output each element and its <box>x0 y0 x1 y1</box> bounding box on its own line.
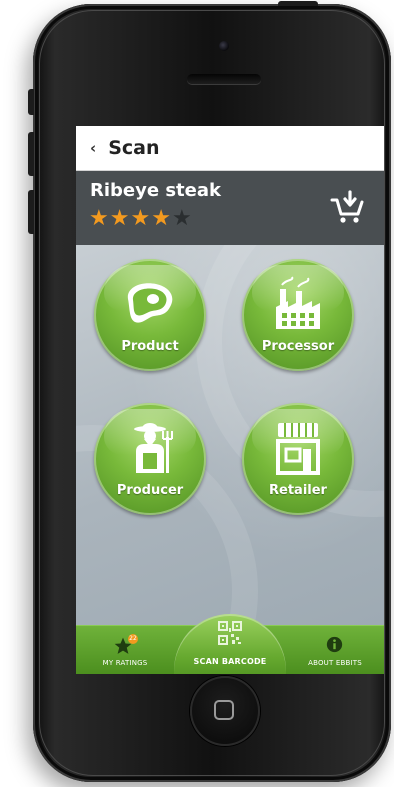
steak-icon <box>127 283 173 323</box>
power-button <box>278 1 318 6</box>
bottom-tab-bar: 22 MY RATINGS SCAN BARCODE ABOUT EBBITS <box>76 614 384 674</box>
navigation-bar: ‹ Scan <box>76 126 384 171</box>
ratings-count-badge: 22 <box>128 634 138 644</box>
processor-button[interactable]: Processor <box>242 259 354 371</box>
home-button[interactable] <box>190 676 260 746</box>
producer-button[interactable]: Producer <box>94 403 206 515</box>
category-grid: Product Processor Producer Retailer <box>76 245 384 625</box>
tab-about-label: ABOUT EBBITS <box>308 659 362 667</box>
retailer-label: Retailer <box>269 483 327 498</box>
info-icon <box>326 636 343 653</box>
tab-scan-barcode[interactable]: SCAN BARCODE <box>174 621 286 674</box>
tab-scan-barcode-label: SCAN BARCODE <box>193 657 267 666</box>
earpiece-speaker <box>187 74 261 84</box>
volume-up-button <box>28 132 34 176</box>
product-button[interactable]: Product <box>94 259 206 371</box>
store-icon <box>276 423 320 475</box>
star-empty-icon: ★ <box>171 206 192 231</box>
chevron-left-icon: ‹ <box>90 139 97 157</box>
star-filled-icon: ★ <box>89 206 109 231</box>
producer-label: Producer <box>116 483 184 498</box>
qr-code-icon <box>218 621 242 645</box>
home-square-icon <box>214 700 234 720</box>
app-screen: ‹ Scan Ribeye steak ★ ★ ★ ★ ★ Product Pr… <box>76 126 384 674</box>
processor-label: Processor <box>261 339 335 354</box>
back-button[interactable]: ‹ Scan <box>90 136 159 160</box>
product-label: Product <box>121 339 179 354</box>
factory-icon <box>276 276 320 329</box>
star-filled-icon: ★ <box>109 206 130 231</box>
product-header: Ribeye steak ★ ★ ★ ★ ★ <box>76 171 384 245</box>
add-to-cart-icon <box>330 190 364 223</box>
farmer-icon <box>134 423 173 473</box>
product-name: Ribeye steak <box>90 180 221 201</box>
nav-title: Scan <box>108 137 160 159</box>
tab-about[interactable]: ABOUT EBBITS <box>286 626 384 674</box>
star-filled-icon: ★ <box>151 206 171 231</box>
star-rating[interactable]: ★ ★ ★ ★ ★ <box>89 207 192 231</box>
retailer-button[interactable]: Retailer <box>242 403 354 515</box>
front-camera <box>219 41 229 51</box>
tab-my-ratings[interactable]: 22 MY RATINGS <box>76 626 174 674</box>
add-to-cart-button[interactable] <box>328 187 368 227</box>
tab-my-ratings-label: MY RATINGS <box>102 659 148 667</box>
volume-down-button <box>28 190 34 234</box>
mute-switch <box>28 89 34 115</box>
star-filled-icon: ★ <box>130 206 151 231</box>
